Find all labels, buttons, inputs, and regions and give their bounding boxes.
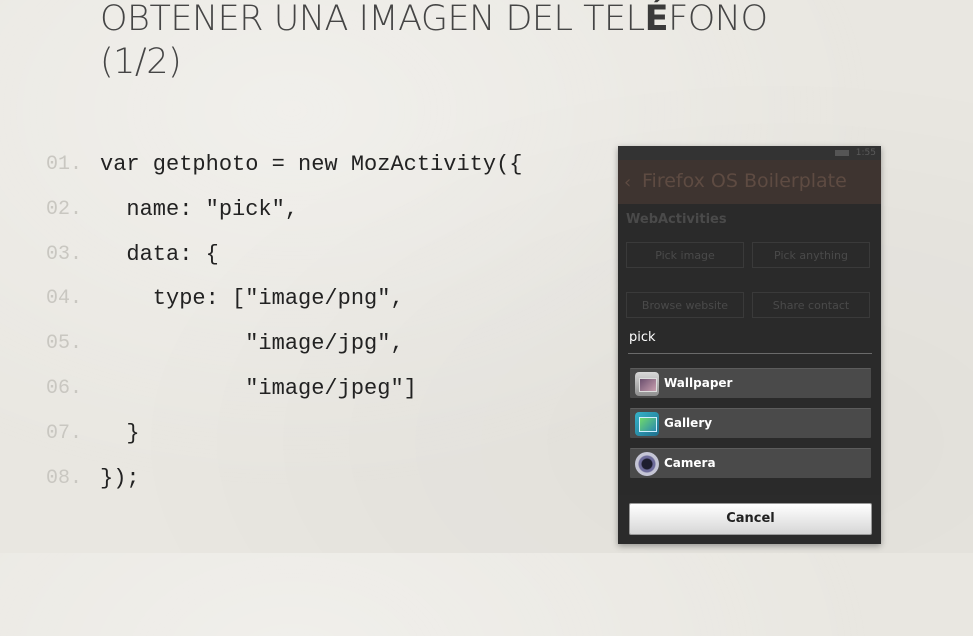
line-number: 05. [46, 332, 83, 356]
line-number: 01. [46, 153, 83, 176]
phone-screenshot: 1:55 ‹ Firefox OS Boilerplate WebActivit… [618, 146, 881, 544]
code-line: 04. type: ["image/png", [40, 277, 600, 322]
line-code: "image/jpg", [100, 331, 404, 357]
line-code: data: { [100, 241, 219, 267]
line-code: } [100, 420, 140, 446]
code-line: 02. name: "pick", [40, 188, 600, 233]
option-camera[interactable]: Camera [630, 448, 871, 478]
line-number: 02. [46, 197, 83, 221]
title-text-start: OBTENER UNA IMAGEN DEL TEL [100, 0, 645, 39]
code-line: 05. "image/jpg", [40, 322, 600, 367]
option-label: Wallpaper [664, 376, 733, 390]
line-code: "image/jpeg"] [100, 375, 417, 401]
camera-icon [635, 452, 659, 476]
code-line: 06. "image/jpeg"] [40, 367, 600, 412]
dialog-overlay [618, 146, 881, 544]
line-code: name: "pick", [100, 196, 299, 222]
wallpaper-icon [635, 372, 659, 396]
line-code: type: ["image/png", [100, 286, 404, 312]
dialog-footer: Cancel [618, 495, 881, 544]
option-label: Gallery [664, 416, 713, 430]
line-number: 03. [46, 242, 83, 266]
title-text-end: FONO [668, 0, 768, 39]
slide-title: OBTENER UNA IMAGEN DEL TELÉFONO (1/2) [100, 0, 920, 84]
line-number: 06. [46, 376, 83, 400]
dialog-divider [628, 353, 872, 354]
code-line: 01. var getphoto = new MozActivity({ [40, 143, 600, 188]
gallery-icon [635, 412, 659, 436]
code-line: 07. } [40, 412, 600, 457]
option-label: Camera [664, 456, 716, 470]
line-code: var getphoto = new MozActivity({ [100, 152, 523, 177]
option-gallery[interactable]: Gallery [630, 408, 871, 438]
line-number: 04. [46, 287, 83, 311]
title-text-accent: É [644, 0, 669, 39]
cancel-button[interactable]: Cancel [629, 503, 872, 535]
code-block: 01. var getphoto = new MozActivity({ 02.… [40, 143, 600, 501]
option-wallpaper[interactable]: Wallpaper [630, 368, 871, 398]
code-line: 03. data: { [40, 233, 600, 278]
title-text-line2: (1/2) [100, 42, 182, 82]
line-number: 08. [46, 466, 83, 490]
dialog-title: pick [629, 330, 656, 345]
line-number: 07. [46, 421, 83, 445]
line-code: }); [100, 465, 140, 491]
code-line: 08. }); [40, 457, 600, 502]
